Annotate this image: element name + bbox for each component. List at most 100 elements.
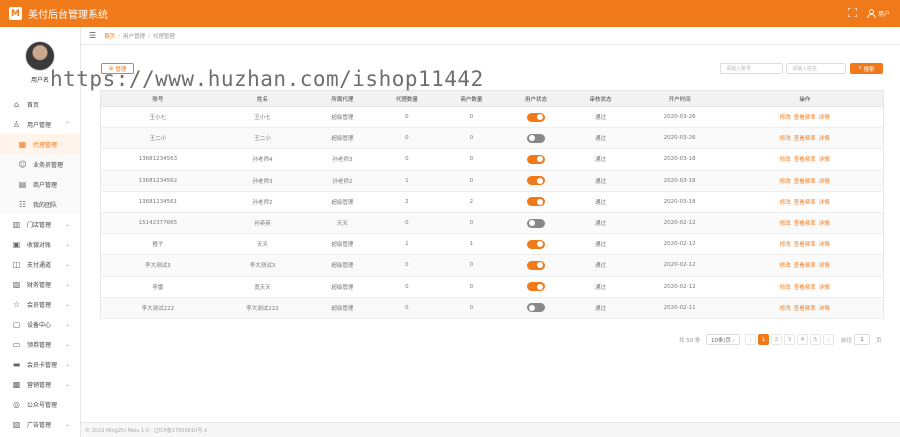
menu-toggle-icon[interactable]: ☰	[89, 31, 96, 40]
sidebar-item-label: 用户管理	[27, 121, 52, 129]
status-toggle[interactable]	[526, 133, 545, 143]
sidebar-item[interactable]: ▬ 会员卡管理 ⌄	[0, 354, 80, 374]
page-size-select[interactable]: 10条/页 ⌄	[706, 334, 740, 345]
detail-link[interactable]: 详情	[819, 115, 830, 121]
sidebar-item[interactable]: ▩ 营销管理 ⌄	[0, 374, 80, 394]
status-toggle[interactable]	[526, 112, 545, 122]
edit-link[interactable]: 修改	[780, 115, 791, 121]
detail-link[interactable]: 详情	[819, 221, 830, 227]
status-toggle[interactable]	[526, 260, 545, 270]
sidebar-item[interactable]: ▢ 设备中心 ⌄	[0, 314, 80, 334]
status-toggle[interactable]	[526, 154, 545, 164]
sidebar-item[interactable]: ▥ 门店管理 ⌄	[0, 214, 80, 234]
cell-opened: 2020-02-12	[632, 276, 727, 298]
page-button[interactable]: 3	[784, 334, 795, 345]
prev-page-button[interactable]: ‹	[745, 334, 756, 345]
cell-agents: 0	[374, 127, 440, 150]
edit-link[interactable]: 修改	[780, 157, 791, 163]
sidebar-item[interactable]: ▣ 收银对账 ⌄	[0, 234, 80, 254]
status-toggle[interactable]	[526, 303, 545, 313]
sidebar-item[interactable]: ▦ 代理管理	[0, 134, 80, 154]
search-button[interactable]: ⌕ 搜索	[850, 63, 883, 74]
toggle-knob	[536, 241, 543, 248]
page-unit-label: 页	[876, 338, 882, 344]
page-button[interactable]: 4	[797, 334, 808, 345]
status-toggle[interactable]	[526, 176, 545, 186]
add-circle-icon: ⊕	[108, 65, 114, 72]
view-rate-link[interactable]: 查看费率	[794, 242, 816, 248]
sidebar-item[interactable]: ♙ 用户管理 ⌃	[0, 114, 80, 134]
view-rate-link[interactable]: 查看费率	[794, 115, 816, 121]
edit-link[interactable]: 修改	[780, 285, 791, 291]
name-search-input[interactable]: 请输入姓名	[786, 63, 846, 74]
page-button[interactable]: 2	[771, 334, 782, 345]
sidebar-item-label: 公众号管理	[27, 401, 58, 409]
sidebar-item[interactable]: ▤ 商户管理	[0, 174, 80, 194]
view-rate-link[interactable]: 查看费率	[794, 136, 816, 142]
edit-link[interactable]: 修改	[780, 306, 791, 312]
view-rate-link[interactable]: 查看费率	[794, 285, 816, 291]
status-toggle[interactable]	[526, 197, 545, 207]
detail-link[interactable]: 详情	[819, 242, 830, 248]
view-rate-link[interactable]: 查看费率	[794, 157, 816, 163]
detail-link[interactable]: 详情	[819, 285, 830, 291]
sidebar-item[interactable]: ◫ 支付通道 ⌄	[0, 254, 80, 274]
edit-link[interactable]: 修改	[780, 242, 791, 248]
sidebar-item[interactable]: ▨ 广告管理 ⌄	[0, 414, 80, 434]
cell-agents: 0	[374, 106, 440, 129]
view-rate-link[interactable]: 查看费率	[794, 263, 816, 269]
sidebar-item[interactable]: ☺ 业务员管理	[0, 154, 80, 174]
cell-status	[503, 254, 569, 277]
sidebar-item[interactable]: ◎ 公众号管理	[0, 394, 80, 414]
cell-opened: 2020-03-18	[632, 191, 727, 213]
detail-link[interactable]: 详情	[819, 179, 830, 185]
reconcile-icon: ▣	[12, 239, 21, 249]
edit-link[interactable]: 修改	[780, 221, 791, 227]
view-rate-link[interactable]: 查看费率	[794, 179, 816, 185]
cell-agents: 0	[374, 254, 440, 277]
breadcrumb-home[interactable]: 首页	[104, 34, 115, 40]
detail-link[interactable]: 详情	[819, 200, 830, 206]
cell-audit: 通过	[568, 191, 633, 213]
status-toggle[interactable]	[526, 218, 545, 228]
cell-status	[503, 276, 569, 298]
sidebar-item[interactable]: ☷ 我的团队	[0, 194, 80, 214]
detail-link[interactable]: 详情	[819, 306, 830, 312]
sidebar-item[interactable]: ⌂ 首页	[0, 94, 80, 114]
detail-link[interactable]: 详情	[819, 157, 830, 163]
cell-status	[503, 297, 569, 319]
cell-name: 天天	[214, 233, 311, 256]
user-menu[interactable]: 用户	[867, 9, 890, 18]
view-rate-link[interactable]: 查看费率	[794, 306, 816, 312]
cell-audit: 通过	[568, 148, 633, 171]
toggle-knob	[536, 262, 543, 269]
page-button[interactable]: 1	[758, 334, 769, 345]
account-search-input[interactable]: 请输入账号	[720, 63, 783, 74]
sidebar-item[interactable]: ▧ 财务管理 ⌄	[0, 274, 80, 294]
breadcrumb-level1[interactable]: 用户管理	[123, 34, 145, 40]
detail-link[interactable]: 详情	[819, 263, 830, 269]
sidebar-item[interactable]: ☆ 会员管理 ⌄	[0, 294, 80, 314]
status-toggle[interactable]	[526, 282, 545, 292]
view-rate-link[interactable]: 查看费率	[794, 200, 816, 206]
cell-account: 13681234561	[100, 191, 215, 213]
edit-link[interactable]: 修改	[780, 136, 791, 142]
card-icon: ▬	[12, 359, 21, 369]
cell-account: 王小七	[100, 106, 215, 129]
next-page-button[interactable]: ›	[823, 334, 834, 345]
page-button[interactable]: 5	[810, 334, 821, 345]
edit-link[interactable]: 修改	[780, 200, 791, 206]
status-toggle[interactable]	[526, 239, 545, 249]
goto-page-input[interactable]: 1	[854, 334, 870, 345]
sidebar-item-label: 会员管理	[27, 301, 52, 309]
detail-link[interactable]: 详情	[819, 136, 830, 142]
edit-link[interactable]: 修改	[780, 263, 791, 269]
edit-link[interactable]: 修改	[780, 179, 791, 185]
finance-icon: ▧	[12, 279, 21, 289]
view-rate-link[interactable]: 查看费率	[794, 221, 816, 227]
toggle-knob	[536, 198, 543, 205]
sidebar-menu: ⌂ 首页 ♙ 用户管理 ⌃ ▦ 代理管理 ☺ 业务员管理 ▤ 商户管理 ☷ 我的团队 ▥ 门店管理 ⌄ ▣ 收银对…	[0, 94, 80, 434]
add-agent-button[interactable]: ⊕ 管理	[101, 63, 134, 74]
fullscreen-icon[interactable]	[847, 7, 858, 19]
sidebar-item[interactable]: ▭ 领券管理 ⌄	[0, 334, 80, 354]
